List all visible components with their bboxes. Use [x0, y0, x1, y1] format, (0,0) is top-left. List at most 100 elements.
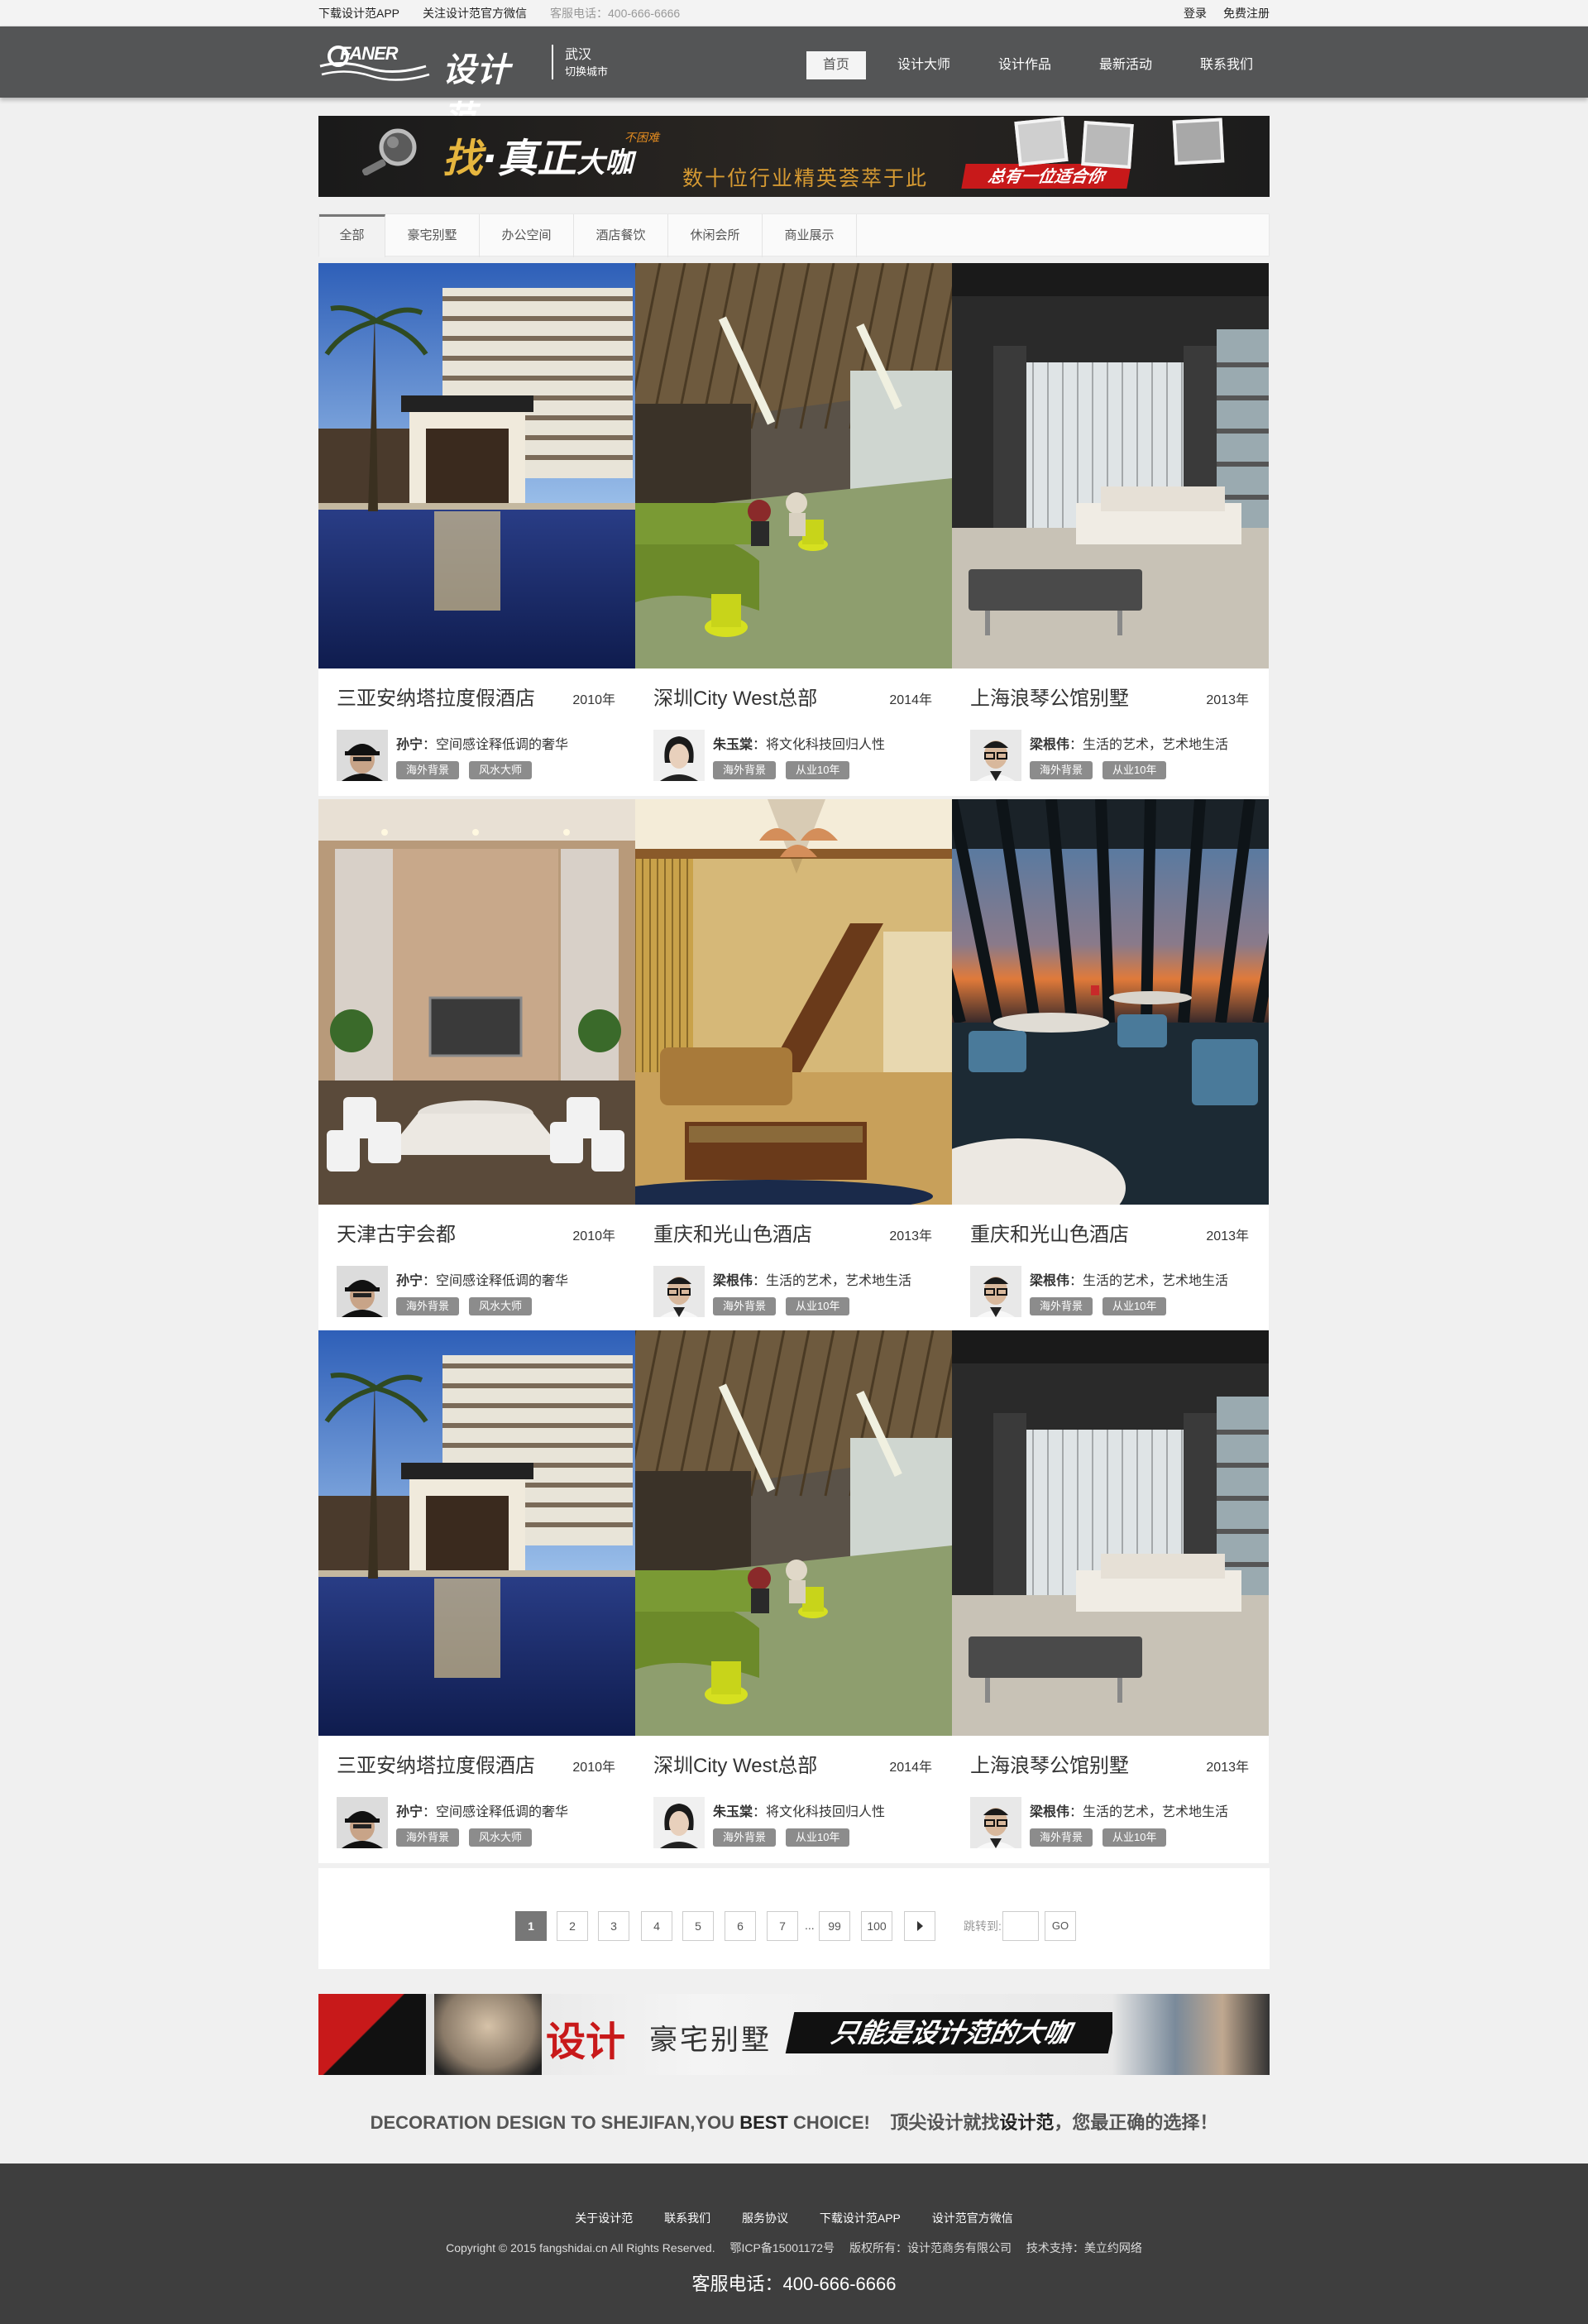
tab-club[interactable]: 休闲会所: [668, 214, 763, 257]
designer-name[interactable]: 朱玉棠: [713, 1805, 753, 1819]
designer-avatar[interactable]: [653, 1797, 705, 1848]
project-card[interactable]: 三亚安纳塔拉度假酒店 2010年 孙宁：空间感诠释低调的奢华 海外背景 风水大师: [318, 1330, 635, 1863]
designer-motto: ：生活的艺术，艺术地生活: [753, 1274, 912, 1288]
register-link[interactable]: 免费注册: [1223, 0, 1270, 26]
page-1[interactable]: 1: [515, 1911, 547, 1941]
project-title[interactable]: 上海浪琴公馆别墅: [970, 682, 1129, 711]
project-photo[interactable]: [318, 1330, 635, 1736]
page-99[interactable]: 99: [819, 1911, 850, 1941]
project-title[interactable]: 三亚安纳塔拉度假酒店: [337, 1749, 535, 1778]
top-banner[interactable]: 找·真正大咖 不困难 数十位行业精英荟萃于此 总有一位适合你: [318, 116, 1270, 197]
footer-copyright: Copyright © 2015 fangshidai.cn All Right…: [0, 2240, 1588, 2256]
designer-name[interactable]: 梁根伟: [1030, 738, 1069, 752]
nav-works[interactable]: 设计作品: [982, 51, 1068, 79]
project-title[interactable]: 三亚安纳塔拉度假酒店: [337, 682, 535, 711]
site-logo[interactable]: FANER 设计范: [318, 41, 542, 137]
project-card[interactable]: 深圳City West总部 2014年 朱玉棠：将文化科技回归人性 海外背景 从…: [635, 1330, 952, 1863]
slogan-cn-end: ，您最正确的选择！: [1054, 2112, 1218, 2133]
designer-info: 梁根伟：生活的艺术，艺术地生活: [713, 1269, 911, 1289]
top-bar: 下载设计范APP 关注设计范官方微信 客服电话：400-666-6666 登录 …: [0, 0, 1588, 26]
banner-model-photo: [434, 1994, 542, 2075]
project-card[interactable]: 深圳City West总部 2014年 朱玉棠：将文化科技回归人性 海外背景 从…: [635, 263, 952, 796]
designer-avatar[interactable]: [337, 1797, 388, 1848]
project-card[interactable]: 上海浪琴公馆别墅 2013年 梁根伟：生活的艺术，艺术地生活 海外背景 从业10…: [952, 1330, 1269, 1863]
download-app-link[interactable]: 下载设计范APP: [318, 0, 399, 26]
project-title[interactable]: 天津古宇会都: [337, 1218, 456, 1247]
footer-link-terms[interactable]: 服务协议: [742, 2211, 788, 2225]
banner-photo: [1081, 120, 1134, 170]
project-title[interactable]: 重庆和光山色酒店: [970, 1218, 1129, 1247]
jump-page-input[interactable]: [1002, 1911, 1039, 1941]
tab-hotel-dining[interactable]: 酒店餐饮: [574, 214, 668, 257]
project-year: 2014年: [889, 1761, 932, 1775]
footer-link-about[interactable]: 关于设计范: [575, 2211, 633, 2225]
go-button[interactable]: GO: [1045, 1911, 1076, 1941]
page-3[interactable]: 3: [598, 1911, 629, 1941]
tab-commercial[interactable]: 商业展示: [763, 214, 857, 257]
page-4[interactable]: 4: [641, 1911, 672, 1941]
project-photo[interactable]: [952, 799, 1269, 1205]
designer-tag: 海外背景: [396, 1828, 460, 1847]
slogan: DECORATION DESIGN TO SHEJIFAN,YOU BEST C…: [0, 2108, 1588, 2135]
project-title[interactable]: 上海浪琴公馆别墅: [970, 1749, 1129, 1778]
designer-name[interactable]: 孙宁: [396, 738, 423, 752]
project-card[interactable]: 天津古宇会都 2010年 孙宁：空间感诠释低调的奢华 海外背景 风水大师: [318, 799, 635, 1332]
designer-name[interactable]: 梁根伟: [1030, 1805, 1069, 1819]
designer-motto: ：生活的艺术，艺术地生活: [1069, 1274, 1229, 1288]
switch-city-link[interactable]: 切换城市: [565, 64, 608, 80]
designer-avatar[interactable]: [970, 1797, 1021, 1848]
page-100[interactable]: 100: [861, 1911, 892, 1941]
project-title[interactable]: 深圳City West总部: [653, 1749, 817, 1778]
owner-text: 版权所有：设计范商务有限公司: [849, 2241, 1012, 2255]
footer-link-wechat[interactable]: 设计范官方微信: [932, 2211, 1013, 2225]
designer-name[interactable]: 孙宁: [396, 1805, 423, 1819]
bottom-banner[interactable]: 设计 豪宅别墅 只能是设计范的大咖: [318, 1994, 1270, 2075]
designer-avatar[interactable]: [653, 730, 705, 781]
designer-avatar[interactable]: [970, 1266, 1021, 1317]
next-page-button[interactable]: [904, 1911, 935, 1941]
designer-name[interactable]: 孙宁: [396, 1274, 423, 1288]
banner-crowd-photo: [1112, 1994, 1270, 2075]
tab-villa[interactable]: 豪宅别墅: [385, 214, 480, 257]
nav-home[interactable]: 首页: [806, 51, 866, 79]
footer-link-app[interactable]: 下载设计范APP: [820, 2211, 901, 2225]
project-card[interactable]: 三亚安纳塔拉度假酒店 2010年 孙宁：空间感诠释低调的奢华 海外背景 风水大师: [318, 263, 635, 796]
nav-masters[interactable]: 设计大师: [881, 51, 967, 79]
project-card[interactable]: 重庆和光山色酒店 2013年 梁根伟：生活的艺术，艺术地生活 海外背景 从业10…: [635, 799, 952, 1332]
project-photo[interactable]: [318, 799, 635, 1205]
nav-events[interactable]: 最新活动: [1083, 51, 1169, 79]
project-photo[interactable]: [952, 1330, 1269, 1736]
slogan-en: DECORATION DESIGN TO SHEJIFAN,YOU: [370, 2112, 735, 2133]
project-photo[interactable]: [318, 263, 635, 668]
project-photo[interactable]: [635, 1330, 952, 1736]
project-photo[interactable]: [635, 263, 952, 668]
designer-avatar[interactable]: [653, 1266, 705, 1317]
designer-avatar[interactable]: [337, 1266, 388, 1317]
login-link[interactable]: 登录: [1184, 0, 1207, 26]
designer-name[interactable]: 梁根伟: [1030, 1274, 1069, 1288]
page-5[interactable]: 5: [682, 1911, 714, 1941]
designer-avatar[interactable]: [337, 730, 388, 781]
page-6[interactable]: 6: [725, 1911, 756, 1941]
designer-avatar[interactable]: [970, 730, 1021, 781]
footer-link-contact[interactable]: 联系我们: [664, 2211, 710, 2225]
project-card[interactable]: 重庆和光山色酒店 2013年 梁根伟：生活的艺术，艺术地生活 海外背景 从业10…: [952, 799, 1269, 1332]
banner-design-word: 设计: [546, 2019, 626, 2065]
follow-wechat-link[interactable]: 关注设计范官方微信: [423, 0, 527, 26]
designer-info: 梁根伟：生活的艺术，艺术地生活: [1030, 1800, 1228, 1820]
designer-name[interactable]: 梁根伟: [713, 1274, 753, 1288]
project-card[interactable]: 上海浪琴公馆别墅 2013年 梁根伟：生活的艺术，艺术地生活 海外背景 从业10…: [952, 263, 1269, 796]
project-photo[interactable]: [635, 799, 952, 1205]
project-title[interactable]: 重庆和光山色酒店: [653, 1218, 812, 1247]
designer-name[interactable]: 朱玉棠: [713, 738, 753, 752]
project-title[interactable]: 深圳City West总部: [653, 682, 817, 711]
project-photo[interactable]: [952, 263, 1269, 668]
tab-all[interactable]: 全部: [319, 214, 385, 257]
page-7[interactable]: 7: [767, 1911, 798, 1941]
city-switcher[interactable]: 武汉 切换城市: [565, 47, 608, 80]
banner-red-tag: 总有一位适合你: [961, 164, 1131, 189]
tab-office[interactable]: 办公空间: [480, 214, 574, 257]
project-year: 2013年: [889, 1229, 932, 1243]
page-2[interactable]: 2: [557, 1911, 588, 1941]
nav-contact[interactable]: 联系我们: [1184, 51, 1270, 79]
